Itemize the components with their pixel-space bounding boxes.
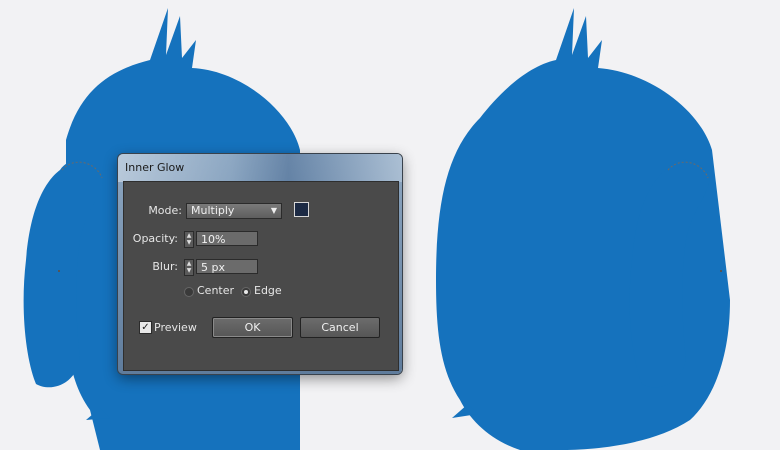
opacity-stepper[interactable]: ▲ ▼: [184, 231, 194, 248]
dialog-title: Inner Glow: [125, 161, 185, 174]
dialog-body: Mode: Multiply ▼ Opacity: ▲ ▼ 10% Blur: ▲…: [123, 181, 399, 371]
anchor-point: [58, 270, 60, 272]
edge-radio[interactable]: [241, 287, 251, 297]
mode-select[interactable]: Multiply ▼: [186, 203, 282, 219]
center-radio[interactable]: [184, 287, 194, 297]
anchor-point: [720, 270, 722, 272]
inner-glow-dialog: Inner Glow Mode: Multiply ▼ Opacity: ▲ ▼ …: [118, 154, 402, 374]
blur-input[interactable]: 5 px: [196, 259, 258, 274]
preview-label: Preview: [154, 321, 197, 334]
dialog-titlebar[interactable]: Inner Glow: [118, 154, 402, 182]
monster-right[interactable]: [436, 8, 730, 450]
ok-button[interactable]: OK: [212, 317, 293, 338]
edge-radio-label: Edge: [254, 284, 282, 297]
opacity-label: Opacity:: [132, 232, 178, 245]
opacity-input[interactable]: 10%: [196, 231, 258, 246]
blur-label: Blur:: [152, 260, 178, 273]
mode-select-value: Multiply: [191, 204, 235, 217]
blur-stepper[interactable]: ▲ ▼: [184, 259, 194, 276]
glow-color-swatch[interactable]: [294, 202, 309, 217]
preview-checkbox[interactable]: ✓: [139, 321, 152, 334]
center-radio-label: Center: [197, 284, 235, 297]
chevron-down-icon: ▼: [270, 206, 277, 215]
cancel-button[interactable]: Cancel: [300, 317, 380, 338]
mode-label: Mode:: [148, 204, 182, 217]
